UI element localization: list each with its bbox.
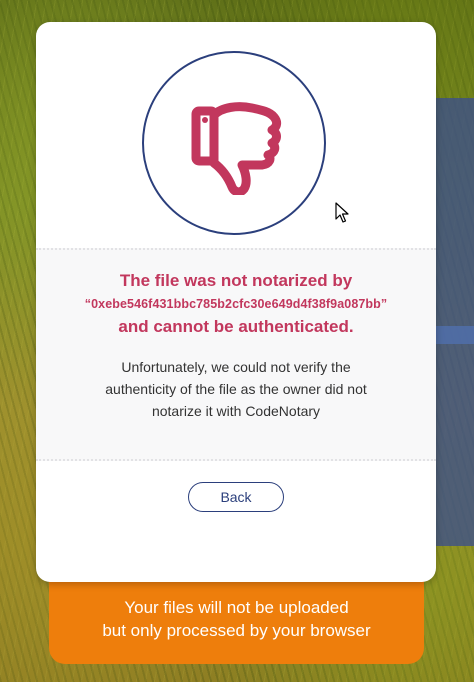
back-button[interactable]: Back xyxy=(188,482,284,512)
result-icon-circle xyxy=(142,51,326,235)
verification-result-card: The file was not notarized by “0xebe546f… xyxy=(36,22,436,582)
privacy-notice-line-1: Your files will not be uploaded xyxy=(124,598,349,617)
mouse-pointer-icon xyxy=(335,202,349,223)
background-photo: Your files will not be uploaded but only… xyxy=(0,0,474,682)
privacy-notice-banner: Your files will not be uploaded but only… xyxy=(49,572,424,664)
result-title-line-3: and cannot be authenticated. xyxy=(118,317,354,336)
thumbs-down-icon xyxy=(191,102,282,195)
privacy-notice-line-2: but only processed by your browser xyxy=(102,621,371,640)
result-title-line-1: The file was not notarized by xyxy=(119,271,353,290)
result-message-section: The file was not notarized by “0xebe546f… xyxy=(36,248,436,461)
result-description: Unfortunately, we could not verify the a… xyxy=(105,359,367,419)
signer-hash: “0xebe546f431bbc785b2cfc30e649d4f38f9a08… xyxy=(84,297,388,311)
